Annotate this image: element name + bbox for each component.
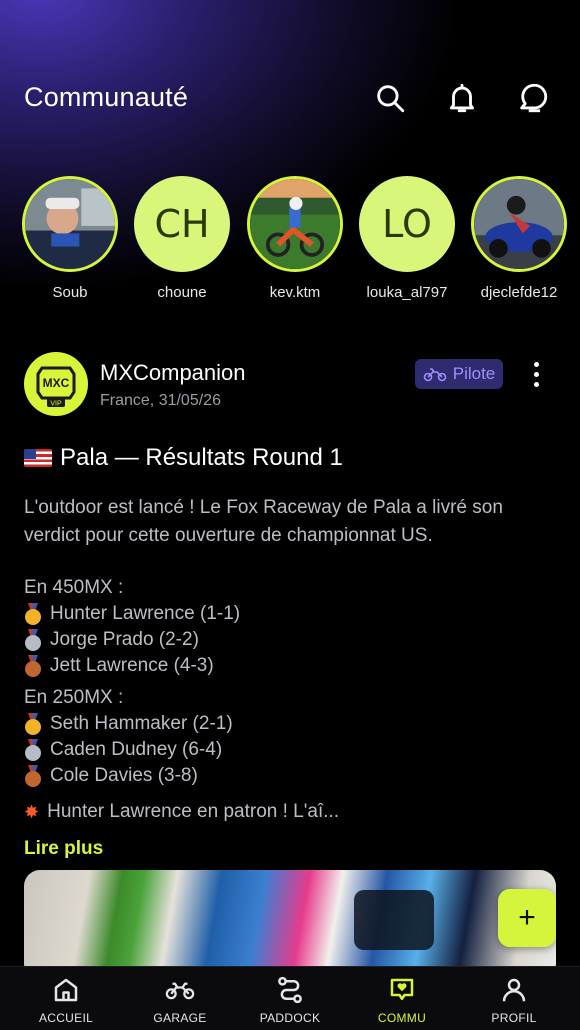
bronze-medal-icon (24, 655, 42, 677)
nav-item-commu[interactable]: COMMU (344, 975, 460, 1025)
nav-item-garage[interactable]: GARAGE (122, 975, 238, 1025)
svg-text:MXC: MXC (43, 376, 70, 390)
result-row: Jorge Prado (2-2) (24, 627, 556, 653)
nav-label: GARAGE (153, 1011, 207, 1025)
author-name[interactable]: MXCompanion (100, 360, 246, 386)
story-username: Soub (52, 284, 88, 301)
result-text: Caden Dudney (6-4) (50, 739, 223, 760)
gold-medal-icon (24, 713, 42, 735)
community-chat-icon (390, 978, 414, 1000)
post-teaser: ✸ Hunter Lawrence en patron ! L'aî... (24, 799, 556, 825)
result-text: Jett Lawrence (4-3) (50, 655, 214, 676)
bottom-nav: ACCUEIL GARAGE PADDOCK COMMU PROFIL (0, 966, 580, 1030)
story-username: choune (157, 284, 207, 301)
nav-item-paddock[interactable]: PADDOCK (232, 975, 348, 1025)
result-row: Hunter Lawrence (1-1) (24, 601, 556, 627)
story-avatar (471, 176, 567, 272)
result-text: Hunter Lawrence (1-1) (50, 603, 241, 624)
result-row: Jett Lawrence (4-3) (24, 653, 556, 679)
home-icon (54, 978, 78, 1002)
nav-item-profil[interactable]: PROFIL (456, 975, 572, 1025)
result-text: Seth Hammaker (2-1) (50, 713, 233, 734)
class-heading: En 450MX : (24, 577, 124, 598)
result-text: Jorge Prado (2-2) (50, 629, 199, 650)
svg-text:VIP: VIP (50, 401, 62, 408)
story-username: kev.ktm (269, 284, 321, 301)
story-avatar (247, 176, 343, 272)
story-username: louka_al797 (366, 284, 448, 301)
bell-icon[interactable] (442, 78, 482, 118)
role-badge-label: Pilote (452, 364, 496, 383)
role-badge: Pilote (415, 359, 503, 389)
story-item[interactable]: Soub (15, 176, 125, 301)
search-icon[interactable] (370, 78, 410, 118)
story-avatar: CH (134, 176, 230, 272)
story-avatar (22, 176, 118, 272)
post-meta: France, 31/05/26 (100, 392, 221, 409)
post-header: MXC VIP MXCompanion France, 31/05/26 Pil… (24, 350, 556, 420)
nav-label: PROFIL (491, 1011, 537, 1025)
mxc-logo-icon: MXC VIP (36, 366, 76, 408)
silver-medal-icon (24, 629, 42, 651)
post-image[interactable] (24, 870, 556, 980)
result-row: Cole Davies (3-8) (24, 763, 556, 789)
story-username: djeclefde12 (480, 284, 558, 301)
explosion-icon: ✸ (24, 802, 40, 822)
nav-item-accueil[interactable]: ACCUEIL (8, 975, 124, 1025)
read-more-link[interactable]: Lire plus (24, 838, 103, 860)
story-item[interactable]: kev.ktm (240, 176, 350, 301)
user-icon (502, 978, 526, 1002)
post-intro: L'outdoor est lancé ! Le Fox Raceway de … (24, 497, 503, 546)
nav-label: COMMU (377, 1011, 427, 1025)
add-post-button[interactable]: + (498, 889, 556, 947)
author-avatar[interactable]: MXC VIP (24, 352, 88, 416)
teaser-text: Hunter Lawrence en patron ! L'aî... (47, 801, 340, 822)
story-item[interactable]: CH choune (127, 176, 237, 301)
story-avatar: LO (359, 176, 455, 272)
header: Communauté (0, 60, 580, 140)
us-flag-icon (24, 449, 52, 467)
image-detail (354, 890, 434, 950)
story-item[interactable]: djeclefde12 (464, 176, 574, 301)
results-250: En 250MX : Seth Hammaker (2-1) Caden Dud… (24, 685, 556, 789)
post-title: Pala — Résultats Round 1 (24, 444, 343, 472)
nav-label: PADDOCK (259, 1011, 321, 1025)
post-title-text: Pala — Résultats Round 1 (60, 444, 343, 471)
more-options-icon[interactable] (524, 356, 548, 392)
gold-medal-icon (24, 603, 42, 625)
page-title: Communauté (24, 82, 189, 112)
route-icon (278, 976, 302, 1004)
motorcycle-icon (423, 368, 447, 382)
class-heading: En 250MX : (24, 687, 124, 708)
result-row: Seth Hammaker (2-1) (24, 711, 556, 737)
community-screen: Communauté Soub CH choune kev.ktm LO lou… (0, 0, 580, 1030)
chat-icon[interactable] (513, 78, 553, 118)
result-text: Cole Davies (3-8) (50, 765, 198, 786)
result-row: Caden Dudney (6-4) (24, 737, 556, 763)
bronze-medal-icon (24, 765, 42, 787)
story-item[interactable]: LO louka_al797 (352, 176, 462, 301)
motorcycle-icon (165, 982, 195, 1000)
silver-medal-icon (24, 739, 42, 761)
results-450: En 450MX : Hunter Lawrence (1-1) Jorge P… (24, 575, 556, 679)
stories-row: Soub CH choune kev.ktm LO louka_al797 dj… (0, 176, 580, 306)
nav-label: ACCUEIL (38, 1011, 94, 1025)
